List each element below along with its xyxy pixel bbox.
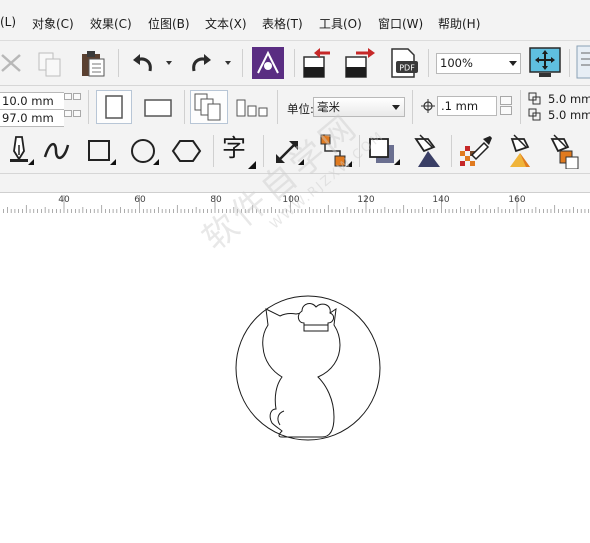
publish-pdf-icon[interactable]: PDF <box>388 46 422 80</box>
current-page-icon[interactable] <box>234 94 270 122</box>
interactive-fill-icon[interactable] <box>546 133 586 169</box>
artwork <box>235 295 381 441</box>
paste-icon[interactable] <box>78 48 108 78</box>
copy-icon[interactable] <box>36 50 66 78</box>
portrait-orientation-button[interactable] <box>96 90 132 124</box>
text-tool-icon[interactable]: 字 <box>222 133 256 169</box>
duplicate-x-icon <box>528 92 541 105</box>
duplicate-y-value: 5.0 mm <box>548 108 590 122</box>
chevron-down-icon <box>392 105 400 110</box>
zoom-level-select[interactable]: 100% <box>436 53 521 74</box>
eyedropper-tool-icon[interactable] <box>502 133 538 169</box>
ruler-label-60: 60 <box>134 195 146 205</box>
full-screen-icon[interactable] <box>529 47 561 79</box>
width-spin-up[interactable] <box>64 93 72 100</box>
menu-item-bitmaps[interactable]: 位图(B) <box>148 15 190 32</box>
chef-hat[interactable] <box>297 303 335 332</box>
page-height-field[interactable]: 97.0 mm <box>0 109 64 127</box>
menu-item-layout[interactable]: (L) <box>0 15 16 29</box>
chevron-down-icon <box>509 61 517 66</box>
menu-bar: (L) 对象(C) 效果(C) 位图(B) 文本(X) 表格(T) 工具(O) … <box>0 0 590 41</box>
ruler-label-40: 40 <box>58 195 70 205</box>
ruler-label-120: 120 <box>357 195 375 205</box>
nudge-spin-down[interactable] <box>500 106 512 115</box>
cut-icon[interactable] <box>0 51 24 75</box>
redo-dropdown-icon[interactable] <box>224 59 232 67</box>
polygon-tool-icon[interactable] <box>171 137 205 167</box>
duplicate-y-field[interactable]: 5.0 mm <box>545 107 590 125</box>
duplicate-y-icon <box>528 108 541 121</box>
undo-dropdown-icon[interactable] <box>165 59 173 67</box>
menu-item-table[interactable]: 表格(T) <box>262 15 303 32</box>
menu-item-object[interactable]: 对象(C) <box>32 15 74 32</box>
menu-item-window[interactable]: 窗口(W) <box>378 15 423 32</box>
ruler-label-140: 140 <box>432 195 450 205</box>
color-eyedropper-icon[interactable] <box>458 133 494 169</box>
nudge-icon <box>421 99 435 113</box>
text-tool-glyph: 字 <box>222 134 246 162</box>
pen-tool-icon[interactable] <box>4 135 34 167</box>
property-bar: 10.0 mm 97.0 mm 单位: 毫米 .1 mm 5.0 mm 5.0 … <box>0 86 590 130</box>
menu-item-help[interactable]: 帮助(H) <box>438 15 480 32</box>
import-icon[interactable] <box>302 47 334 79</box>
undo-icon[interactable] <box>130 51 156 75</box>
export-icon[interactable] <box>344 47 378 79</box>
nudge-distance-field[interactable]: .1 mm <box>437 96 497 116</box>
menu-item-effects[interactable]: 效果(C) <box>90 15 132 32</box>
menu-item-tools[interactable]: 工具(O) <box>319 15 362 32</box>
all-pages-icon <box>194 93 221 121</box>
page-width-value: 10.0 mm <box>2 94 54 108</box>
ellipse-tool-icon[interactable] <box>129 137 161 167</box>
menu-item-text[interactable]: 文本(X) <box>205 15 247 32</box>
cat-tail-line <box>277 410 285 426</box>
width-spin-down[interactable] <box>73 93 81 100</box>
ruler-label-160: 160 <box>508 195 526 205</box>
zoom-level-value: 100% <box>440 56 473 70</box>
units-label: 单位: <box>287 102 314 116</box>
height-spin-down[interactable] <box>73 110 81 117</box>
landscape-icon[interactable] <box>140 94 176 120</box>
nudge-distance-value: .1 mm <box>441 99 479 113</box>
all-pages-button[interactable] <box>190 90 228 124</box>
page-height-value: 97.0 mm <box>2 111 54 125</box>
curve-tool-icon[interactable] <box>42 137 74 165</box>
standard-toolbar: PDF 100% <box>0 41 590 86</box>
duplicate-x-value: 5.0 mm <box>548 92 590 106</box>
options-icon[interactable] <box>576 45 590 81</box>
drawing-canvas[interactable] <box>0 213 590 543</box>
nudge-spin-up[interactable] <box>500 96 512 105</box>
rectangle-tool-icon[interactable] <box>86 137 118 167</box>
svg-text:PDF: PDF <box>399 64 415 73</box>
portrait-icon <box>105 95 123 119</box>
page-width-field[interactable]: 10.0 mm <box>0 92 64 110</box>
corel-connect-icon[interactable] <box>252 47 284 79</box>
height-spin-up[interactable] <box>64 110 72 117</box>
transparency-tool-icon[interactable] <box>410 133 444 169</box>
redo-icon[interactable] <box>188 51 214 75</box>
